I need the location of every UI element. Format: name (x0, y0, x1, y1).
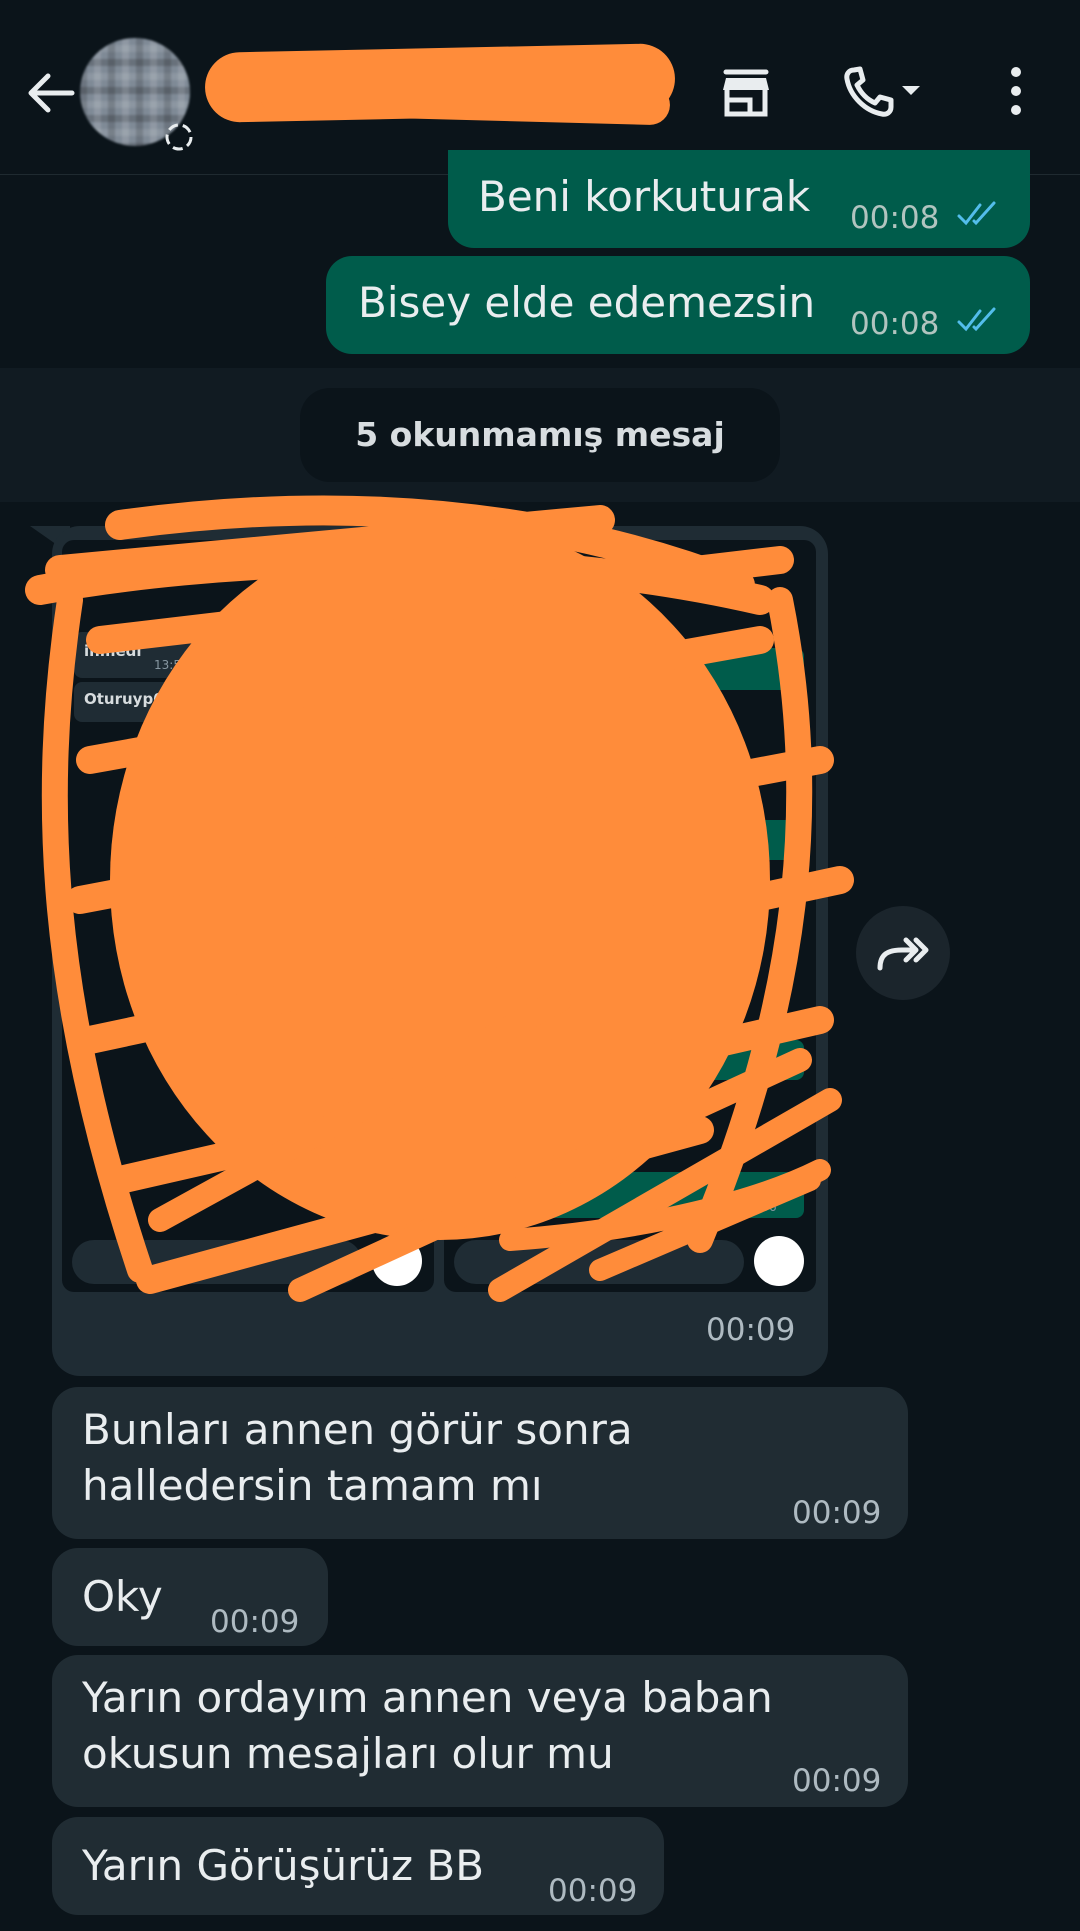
image-left-screenshot[interactable]: inmedi 13:51 Oturuyp0 (62, 540, 434, 1292)
mini-text: inmedi (84, 642, 142, 660)
read-receipt-icon (957, 307, 996, 332)
mini-time: 13:56 (742, 1200, 777, 1214)
message-text-line: okusun mesajları olur mu (82, 1729, 614, 1778)
incoming-message[interactable]: Bunları annen görür sonra halledersin ta… (52, 1387, 908, 1539)
chat-header: +9 (0, 0, 1080, 175)
mini-mic (754, 1236, 804, 1286)
forward-button[interactable] (856, 906, 950, 1000)
message-text-line: halledersin tamam mı (82, 1461, 543, 1510)
mini-time: 13:51 (154, 658, 189, 672)
unread-messages-divider: 5 okunmamış mesaj (300, 388, 780, 482)
mini-bubble (664, 1040, 804, 1080)
mini-input (72, 1240, 362, 1284)
back-arrow-icon[interactable] (22, 64, 80, 122)
message-text: Beni korkuturak (478, 172, 811, 221)
voice-call-icon[interactable] (840, 62, 930, 122)
store-icon[interactable] (716, 62, 776, 122)
message-text-line: Yarın Görüşürüz BB (82, 1841, 485, 1890)
more-options-icon[interactable] (996, 62, 1036, 122)
message-time: 00:08 (850, 306, 940, 342)
mini-bubble (674, 648, 804, 690)
status-ring-icon (165, 123, 193, 151)
message-time: 00:09 (792, 1763, 882, 1799)
incoming-message[interactable]: Oky 00:09 (52, 1548, 328, 1646)
mini-input (454, 1240, 744, 1284)
mini-mic (372, 1236, 422, 1286)
read-receipt-icon (957, 201, 996, 226)
message-time: 00:09 (548, 1873, 638, 1909)
outgoing-message[interactable]: Bisey elde edemezsin 00:08 (326, 256, 1030, 354)
message-text-line: Oky (82, 1572, 163, 1621)
message-time: 00:09 (792, 1495, 882, 1531)
message-text: Bisey elde edemezsin (358, 278, 816, 327)
mini-text: Oturuyp0 (84, 690, 164, 708)
message-time: 00:09 (210, 1604, 300, 1640)
message-time: 00:09 (706, 1312, 796, 1348)
message-text-line: Bunları annen görür sonra (82, 1405, 633, 1454)
message-time: 00:08 (850, 200, 940, 236)
outgoing-message[interactable]: Beni korkuturak 00:08 (448, 150, 1030, 248)
mini-bubble (694, 820, 804, 860)
message-text-line: Yarın ordayım annen veya baban (82, 1673, 773, 1722)
image-right-screenshot[interactable]: 13:56 (444, 540, 816, 1292)
forward-icon (877, 937, 929, 971)
incoming-message[interactable]: Yarın ordayım annen veya baban okusun me… (52, 1655, 908, 1807)
incoming-message[interactable]: Yarın Görüşürüz BB 00:09 (52, 1817, 664, 1915)
